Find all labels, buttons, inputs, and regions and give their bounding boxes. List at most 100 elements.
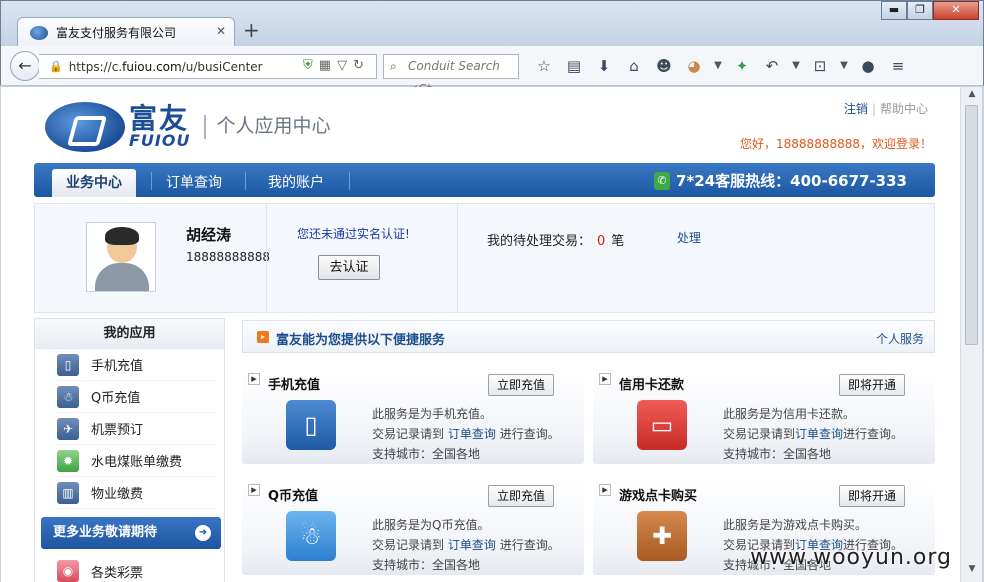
desc-prefix: 交易记录请到	[372, 538, 445, 552]
sidebar-item-property-fee[interactable]: ▥ 物业缴费	[57, 477, 216, 509]
airplane-icon: ✈	[57, 417, 79, 440]
service-card-mobile-recharge: 手机充值 立即充值 ▯ 此服务是为手机充值。 交易记录请到 订单查询 进行查询。…	[242, 366, 584, 464]
url-path: /u/busiCenter	[181, 59, 263, 74]
dropdown-icon[interactable]: ▽	[337, 58, 353, 73]
close-window-button[interactable]: ✕	[933, 1, 979, 20]
more-services-button[interactable]: 更多业务敬请期待 ➜	[41, 517, 221, 549]
star-icon[interactable]: ☆	[529, 54, 559, 78]
sidebar-item-flight-booking[interactable]: ✈ 机票预订	[57, 413, 216, 445]
phone-icon: ✆	[654, 171, 671, 190]
service-desc-line: 交易记录请到 订单查询 进行查询。	[372, 424, 560, 444]
new-tab-button[interactable]: +	[243, 19, 260, 41]
undo-dropdown-icon[interactable]: ▼	[787, 54, 805, 78]
profile-divider	[457, 204, 458, 312]
sidebar-item-qcoin-recharge[interactable]: ☃ Q币充值	[57, 381, 216, 413]
minimize-button[interactable]: ▬	[881, 1, 907, 20]
nav-business-center[interactable]: 业务中心	[52, 169, 136, 197]
user-name: 胡经涛	[186, 226, 232, 244]
sidebar-item-lottery[interactable]: ◉ 各类彩票	[57, 555, 218, 582]
crop-icon[interactable]: ⊡	[805, 54, 835, 78]
recharge-now-button[interactable]: 立即充值	[488, 374, 554, 396]
service-name: Q币充值	[247, 484, 318, 504]
shield-icon[interactable]: ⛨	[303, 58, 319, 73]
verify-message: 您还未通过实名认证!	[297, 227, 410, 241]
maximize-button[interactable]: ❐	[907, 1, 933, 20]
service-desc-line: 此服务是为信用卡还款。	[723, 407, 856, 421]
recharge-now-button[interactable]: 立即充值	[488, 485, 554, 507]
search-input[interactable]: ⌕ Conduit Search <Ct	[383, 54, 519, 96]
logout-link[interactable]: 注销	[844, 102, 868, 116]
help-center-link[interactable]: 帮助中心	[880, 102, 928, 116]
service-desc-line: 支持城市：全国各地	[723, 447, 832, 461]
sidebar-item-mobile-recharge[interactable]: ▯ 手机充值	[57, 349, 216, 381]
arrow-badge-icon: ▸	[257, 331, 269, 343]
scrollbar-thumb[interactable]	[965, 105, 978, 345]
hamburger-menu-icon[interactable]: ≡	[883, 54, 913, 78]
sidebar-item-utility-bills[interactable]: ✹ 水电煤账单缴费	[57, 445, 216, 477]
service-name: 信用卡还款	[598, 373, 684, 393]
top-links: 注销 | 帮助中心	[844, 100, 928, 117]
fuiou-favicon-icon	[30, 25, 48, 40]
credit-card-icon: ▭	[637, 400, 687, 450]
browser-tab[interactable]: 富友支付服务有限公司 ✕	[17, 17, 235, 47]
tab-close-icon[interactable]: ✕	[216, 24, 226, 38]
sidebar-item-label: Q币充值	[91, 391, 141, 406]
pending-count: 0	[597, 234, 606, 249]
undo-icon[interactable]: ↶	[757, 54, 787, 78]
desc-prefix: 交易记录请到	[372, 427, 445, 441]
more-services-label: 更多业务敬请期待	[53, 525, 158, 540]
avatar	[86, 222, 156, 292]
coming-soon-button[interactable]: 即将开通	[839, 374, 905, 396]
desc-suffix: 进行查询。	[499, 427, 560, 441]
reload-icon[interactable]: ↻	[353, 58, 370, 73]
sidebar-item-label: 手机充值	[91, 359, 144, 374]
verify-button[interactable]: 去认证	[318, 255, 380, 280]
address-bar[interactable]: 🔒 https://c.fuiou.com/u/busiCenter ⛨▦▽↻	[39, 54, 377, 79]
scroll-up-icon[interactable]: ▲	[961, 89, 983, 105]
coming-soon-button[interactable]: 即将开通	[839, 485, 905, 507]
gamepad-icon: ✚	[637, 511, 687, 561]
sidebar-item-label: 水电煤账单缴费	[91, 455, 183, 470]
tab-title: 富友支付服务有限公司	[56, 26, 177, 40]
home-icon[interactable]: ⌂	[619, 54, 649, 78]
reading-list-icon[interactable]: ▤	[559, 54, 589, 78]
mobile-phone-icon: ▯	[57, 353, 79, 376]
nav-my-account[interactable]: 我的账户	[254, 169, 338, 197]
service-desc-line: 支持城市：全国各地	[372, 447, 481, 461]
service-description: 此服务是为信用卡还款。 交易记录请到订单查询进行查询。 支持城市：全国各地	[723, 404, 903, 464]
desc-suffix: 进行查询。	[499, 538, 560, 552]
addon-icon[interactable]: ◕	[679, 54, 709, 78]
pending-transactions: 我的待处理交易： 0 笔	[487, 230, 624, 249]
nav-order-query[interactable]: 订单查询	[152, 169, 236, 197]
extension-icon[interactable]: ✦	[727, 54, 757, 78]
personal-services-link[interactable]: 个人服务	[876, 330, 924, 347]
arrow-right-icon: ➜	[195, 525, 211, 541]
url-prefix: https://c.	[68, 59, 123, 74]
chat-icon[interactable]: ●	[853, 54, 883, 78]
order-query-link[interactable]: 订单查询	[448, 538, 496, 552]
service-desc-line: 支持城市：全国各地	[372, 558, 481, 572]
lottery-icon: ◉	[57, 560, 79, 582]
menu-arrow-icon[interactable]: ▼	[709, 54, 727, 78]
fuiou-logo-icon	[45, 102, 125, 152]
site-logo[interactable]: 富友 FUIOU 个人应用中心	[45, 102, 330, 152]
qr-code-icon[interactable]: ▦	[319, 58, 337, 73]
lock-icon: 🔒	[49, 60, 63, 73]
pending-label: 我的待处理交易：	[487, 234, 592, 249]
logo-text: 富友 FUIOU	[129, 105, 190, 149]
service-desc-line: 此服务是为游戏点卡购买。	[723, 518, 868, 532]
vertical-scrollbar[interactable]: ▲ ▼	[960, 87, 982, 582]
crop-dropdown-icon[interactable]: ▼	[835, 54, 853, 78]
order-query-link[interactable]: 订单查询	[448, 427, 496, 441]
qq-penguin-icon: ☃	[286, 511, 336, 561]
order-query-link[interactable]: 订单查询	[795, 427, 843, 441]
main-nav: 业务中心 订单查询 我的账户 ✆ 7*24客服热线：400-6677-333	[34, 163, 935, 197]
process-link[interactable]: 处理	[677, 229, 701, 246]
watermark: www.wooyun.org	[750, 545, 952, 570]
download-icon[interactable]: ⬇	[589, 54, 619, 78]
building-icon: ▥	[57, 481, 79, 504]
back-button[interactable]: ←	[10, 51, 40, 81]
smiley-icon[interactable]: ☻	[649, 54, 679, 78]
page-title: 个人应用中心	[204, 115, 330, 139]
scroll-down-icon[interactable]: ▼	[961, 564, 983, 580]
